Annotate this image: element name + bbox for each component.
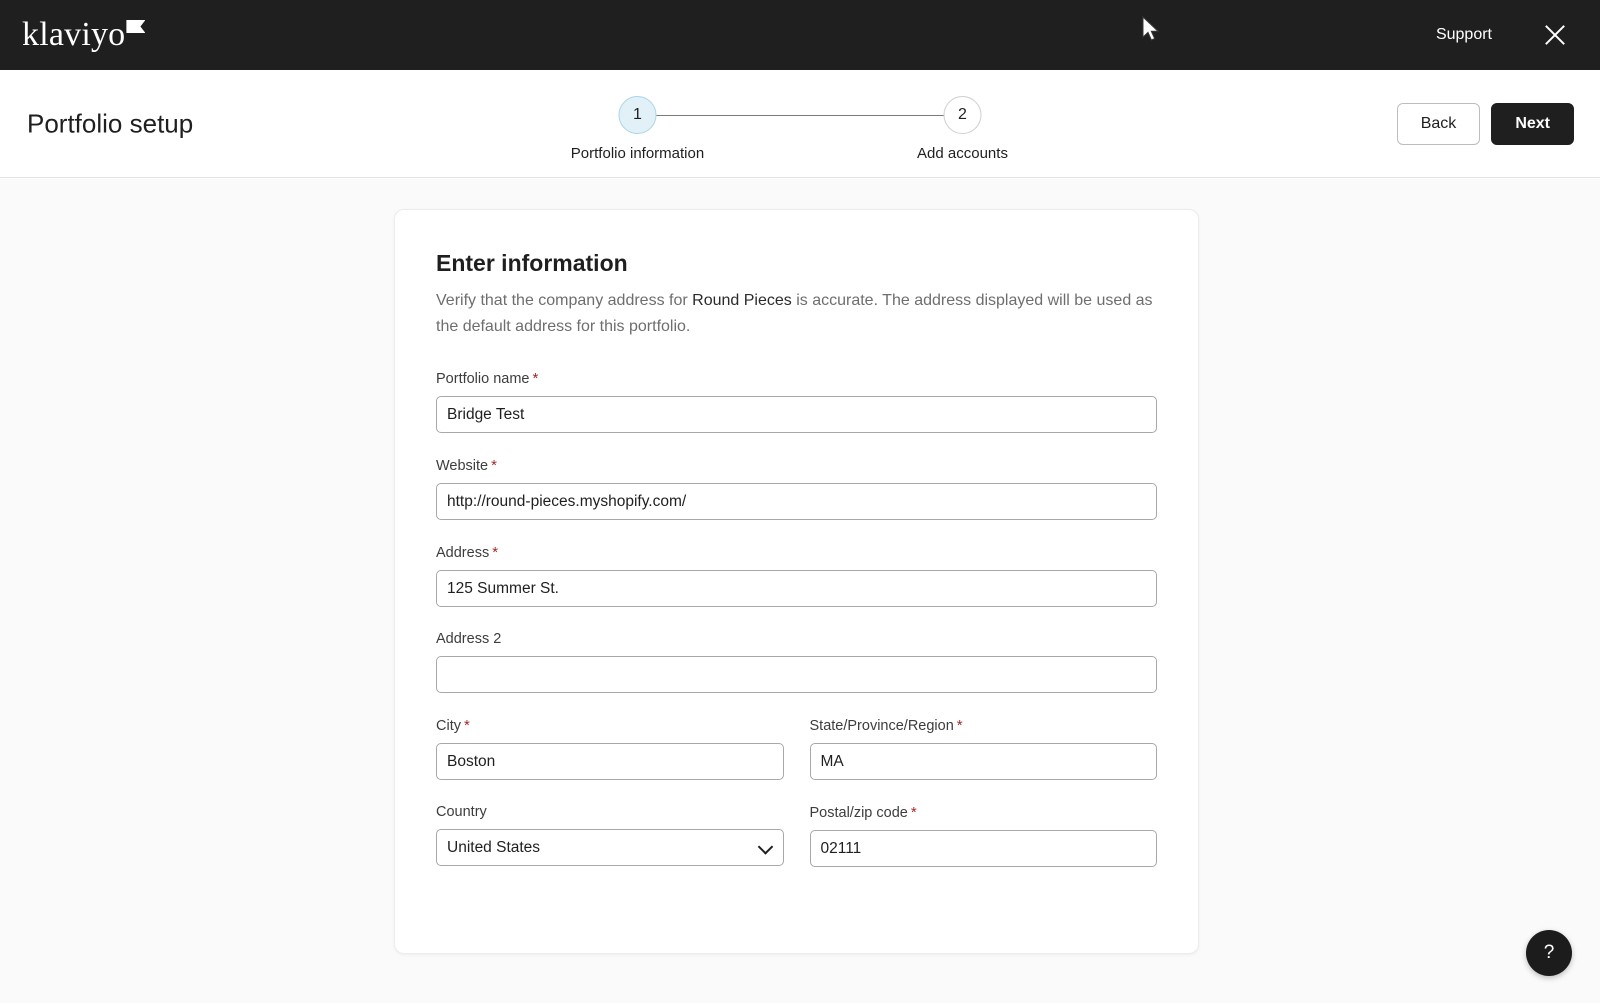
address-label: Address* [436,544,1157,561]
city-label-text: City [436,718,461,734]
required-asterisk: * [957,717,963,734]
address-label-text: Address [436,545,489,561]
close-icon[interactable] [1538,18,1572,52]
stepper-connector [638,115,963,116]
state-label: State/Province/Region* [810,717,1158,734]
support-link[interactable]: Support [1436,26,1492,44]
help-button[interactable]: ? [1526,930,1572,976]
city-state-row: City* Boston State/Province/Region* MA [436,717,1157,804]
next-button[interactable]: Next [1491,103,1574,145]
portfolio-name-label: Portfolio name* [436,370,1157,387]
portfolio-name-input[interactable]: Bridge Test [436,396,1157,433]
city-field: City* Boston [436,717,784,780]
top-bar-actions: Support [1436,0,1600,70]
city-label: City* [436,717,784,734]
stepper: 1 Portfolio information 2 Add accounts [638,96,963,162]
country-label-text: Country [436,804,487,820]
website-label: Website* [436,457,1157,474]
sub-header: Portfolio setup 1 Portfolio information … [0,70,1600,178]
page-title: Portfolio setup [27,108,193,139]
postal-input[interactable]: 02111 [810,830,1158,867]
country-postal-row: Country United States Postal/zip code* 0… [436,804,1157,891]
address-input[interactable]: 125 Summer St. [436,570,1157,607]
main-content: Enter information Verify that the compan… [0,179,1600,1003]
website-input[interactable]: http://round-pieces.myshopify.com/ [436,483,1157,520]
top-bar: klaviyo Support [0,0,1600,70]
header-actions: Back Next [1397,103,1574,145]
step-2-number: 2 [944,96,982,134]
address2-label-text: Address 2 [436,631,501,647]
enter-information-card: Enter information Verify that the compan… [394,209,1199,954]
country-field: Country United States [436,804,784,867]
website-label-text: Website [436,458,488,474]
state-label-text: State/Province/Region [810,718,954,734]
step-2-label: Add accounts [917,145,1008,162]
website-field: Website* http://round-pieces.myshopify.c… [436,457,1157,520]
state-field: State/Province/Region* MA [810,717,1158,780]
country-select-wrap: United States [436,829,784,866]
address2-input[interactable] [436,656,1157,693]
state-input[interactable]: MA [810,743,1158,780]
required-asterisk: * [491,457,497,474]
postal-label: Postal/zip code* [810,804,1158,821]
portfolio-name-field: Portfolio name* Bridge Test [436,370,1157,433]
step-1-number: 1 [619,96,657,134]
postal-label-text: Postal/zip code [810,805,908,821]
address2-label: Address 2 [436,631,1157,647]
card-description: Verify that the company address for Roun… [436,288,1157,340]
address2-field: Address 2 [436,631,1157,693]
description-part-1: Verify that the company address for [436,292,692,309]
required-asterisk: * [533,370,539,387]
required-asterisk: * [492,544,498,561]
logo-wordmark: klaviyo [22,18,125,52]
required-asterisk: * [464,717,470,734]
city-input[interactable]: Boston [436,743,784,780]
back-button[interactable]: Back [1397,103,1481,145]
address-field: Address* 125 Summer St. [436,544,1157,607]
company-name: Round Pieces [692,292,792,309]
required-asterisk: * [911,804,917,821]
portfolio-name-label-text: Portfolio name [436,371,530,387]
country-select[interactable]: United States [436,829,784,866]
country-label: Country [436,804,784,820]
question-mark-icon: ? [1544,942,1555,964]
step-1-label: Portfolio information [571,145,704,162]
card-title: Enter information [436,250,1157,277]
klaviyo-logo[interactable]: klaviyo [22,18,145,52]
flag-mark-icon [126,20,145,33]
postal-field: Postal/zip code* 02111 [810,804,1158,867]
